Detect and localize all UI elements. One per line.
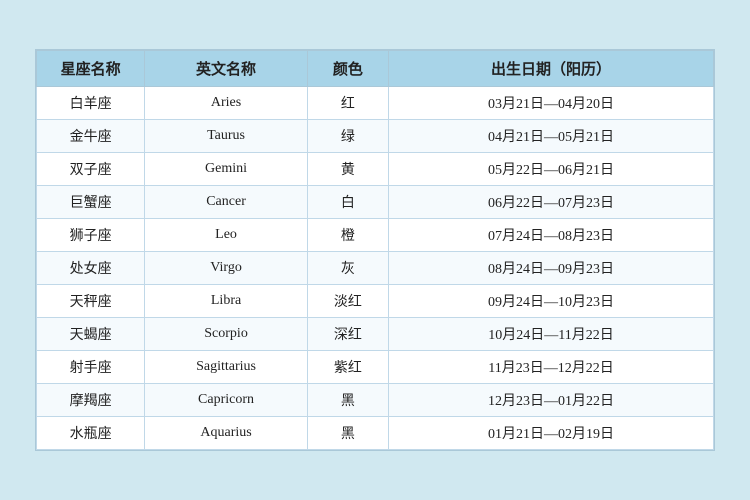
cell-date: 05月22日—06月21日 [389,153,714,186]
cell-en: Scorpio [145,318,307,351]
cell-en: Leo [145,219,307,252]
cell-date: 01月21日—02月19日 [389,417,714,450]
cell-color: 紫红 [307,351,388,384]
cell-date: 03月21日—04月20日 [389,87,714,120]
cell-color: 黑 [307,384,388,417]
cell-zh: 狮子座 [37,219,145,252]
cell-date: 12月23日—01月22日 [389,384,714,417]
cell-en: Aquarius [145,417,307,450]
cell-color: 黑 [307,417,388,450]
cell-zh: 射手座 [37,351,145,384]
table-row: 处女座Virgo灰08月24日—09月23日 [37,252,714,285]
cell-zh: 天蝎座 [37,318,145,351]
cell-date: 11月23日—12月22日 [389,351,714,384]
cell-en: Libra [145,285,307,318]
table-row: 巨蟹座Cancer白06月22日—07月23日 [37,186,714,219]
cell-en: Taurus [145,120,307,153]
cell-color: 橙 [307,219,388,252]
table-row: 狮子座Leo橙07月24日—08月23日 [37,219,714,252]
cell-date: 10月24日—11月22日 [389,318,714,351]
table-row: 金牛座Taurus绿04月21日—05月21日 [37,120,714,153]
header-color: 颜色 [307,51,388,87]
header-date: 出生日期（阳历） [389,51,714,87]
header-zh: 星座名称 [37,51,145,87]
cell-date: 07月24日—08月23日 [389,219,714,252]
cell-zh: 水瓶座 [37,417,145,450]
cell-en: Capricorn [145,384,307,417]
cell-zh: 摩羯座 [37,384,145,417]
table-row: 白羊座Aries红03月21日—04月20日 [37,87,714,120]
cell-zh: 处女座 [37,252,145,285]
cell-color: 黄 [307,153,388,186]
cell-en: Sagittarius [145,351,307,384]
cell-zh: 双子座 [37,153,145,186]
table-row: 摩羯座Capricorn黑12月23日—01月22日 [37,384,714,417]
cell-zh: 白羊座 [37,87,145,120]
cell-en: Virgo [145,252,307,285]
cell-en: Gemini [145,153,307,186]
cell-date: 08月24日—09月23日 [389,252,714,285]
cell-date: 06月22日—07月23日 [389,186,714,219]
cell-color: 灰 [307,252,388,285]
cell-zh: 金牛座 [37,120,145,153]
cell-date: 09月24日—10月23日 [389,285,714,318]
table-row: 水瓶座Aquarius黑01月21日—02月19日 [37,417,714,450]
table-row: 双子座Gemini黄05月22日—06月21日 [37,153,714,186]
cell-zh: 天秤座 [37,285,145,318]
cell-en: Cancer [145,186,307,219]
zodiac-table-container: 星座名称 英文名称 颜色 出生日期（阳历） 白羊座Aries红03月21日—04… [35,49,715,451]
cell-color: 红 [307,87,388,120]
table-header-row: 星座名称 英文名称 颜色 出生日期（阳历） [37,51,714,87]
cell-color: 白 [307,186,388,219]
cell-zh: 巨蟹座 [37,186,145,219]
cell-en: Aries [145,87,307,120]
table-row: 射手座Sagittarius紫红11月23日—12月22日 [37,351,714,384]
cell-date: 04月21日—05月21日 [389,120,714,153]
cell-color: 淡红 [307,285,388,318]
zodiac-table: 星座名称 英文名称 颜色 出生日期（阳历） 白羊座Aries红03月21日—04… [36,50,714,450]
table-body: 白羊座Aries红03月21日—04月20日金牛座Taurus绿04月21日—0… [37,87,714,450]
table-row: 天蝎座Scorpio深红10月24日—11月22日 [37,318,714,351]
cell-color: 深红 [307,318,388,351]
header-en: 英文名称 [145,51,307,87]
table-row: 天秤座Libra淡红09月24日—10月23日 [37,285,714,318]
cell-color: 绿 [307,120,388,153]
